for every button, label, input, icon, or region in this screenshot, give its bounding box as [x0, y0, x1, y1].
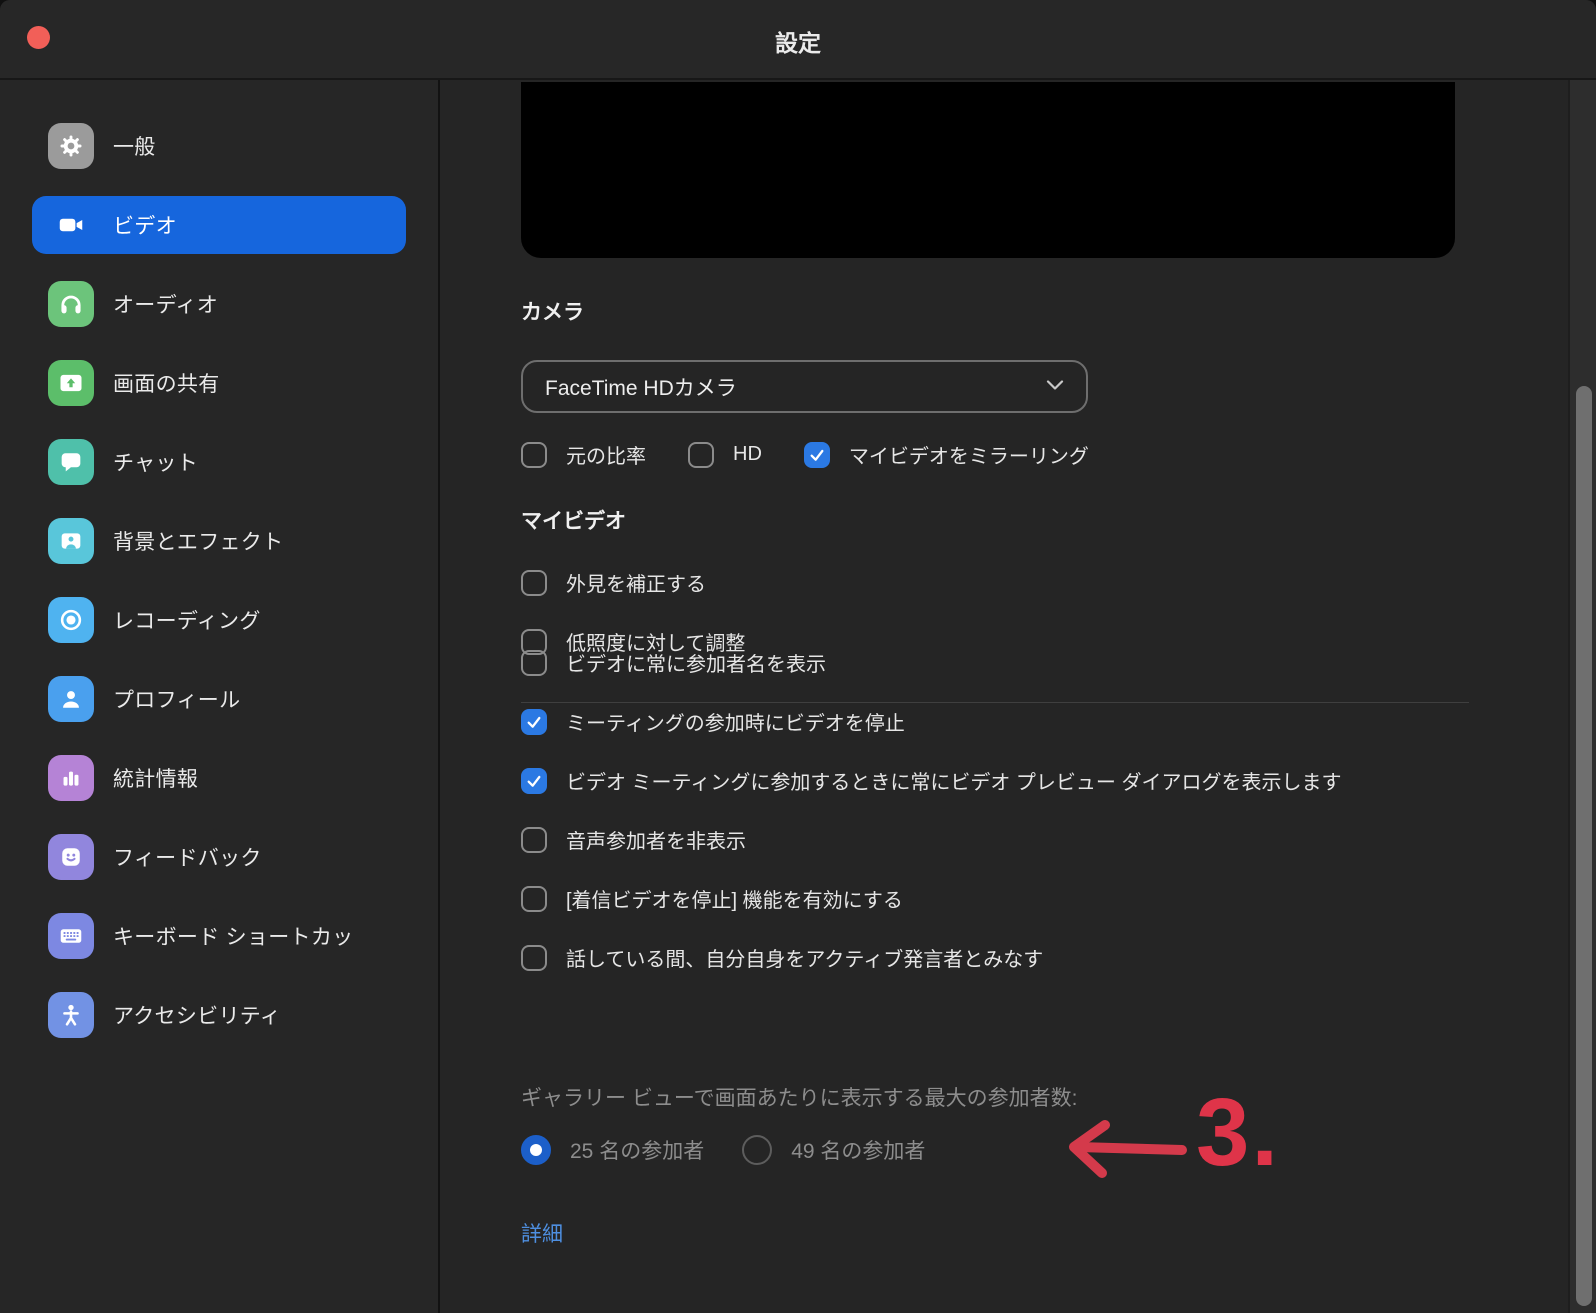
record-icon — [48, 597, 94, 643]
annotation-number: 3. — [1196, 1078, 1280, 1188]
scrollbar[interactable] — [1568, 80, 1596, 1313]
accessibility-icon — [48, 992, 94, 1038]
sidebar-item-label: チャット — [113, 447, 198, 477]
advanced-settings-link[interactable]: 詳細 — [521, 1218, 563, 1248]
sidebar-item-label: プロフィール — [113, 684, 240, 714]
screen-share-icon — [48, 360, 94, 406]
sidebar-item-label: 背景とエフェクト — [113, 526, 283, 556]
camera-select-value: FaceTime HDカメラ — [545, 372, 737, 402]
checkbox[interactable] — [521, 827, 547, 853]
sidebar-item-label: ビデオ — [113, 210, 177, 240]
video-preview-dialog-option[interactable]: ビデオ ミーティングに参加するときに常にビデオ プレビュー ダイアログを表示しま… — [521, 766, 1341, 795]
checkbox[interactable] — [521, 442, 547, 468]
sidebar-item-label: フィードバック — [113, 842, 262, 872]
sidebar-item-label: キーボード ショートカッ — [113, 921, 353, 951]
sidebar-item-chat[interactable]: チャット — [32, 433, 406, 491]
my-video-options: 外見を補正する 低照度に対して調整 — [521, 568, 745, 656]
statistics-icon — [48, 755, 94, 801]
camera-section-label: カメラ — [521, 296, 584, 326]
gallery-view-options: 25 名の参加者 49 名の参加者 — [521, 1135, 925, 1165]
touch-up-appearance-option[interactable]: 外見を補正する — [521, 568, 745, 597]
sidebar-item-keyboard-shortcuts[interactable]: キーボード ショートカッ — [32, 907, 406, 965]
sidebar-item-screen-share[interactable]: 画面の共有 — [32, 354, 406, 412]
headphones-icon — [48, 281, 94, 327]
checkbox[interactable] — [521, 570, 547, 596]
sidebar-item-recording[interactable]: レコーディング — [32, 591, 406, 649]
radio-button[interactable] — [742, 1135, 772, 1165]
checkbox[interactable] — [521, 768, 547, 794]
mirror-video-option[interactable]: マイビデオをミラーリング — [804, 440, 1089, 469]
camera-select[interactable]: FaceTime HDカメラ — [521, 360, 1088, 413]
window-title: 設定 — [0, 24, 1596, 58]
settings-window: 設定 一般 — [0, 0, 1596, 1313]
annotation-arrow-icon — [1050, 1105, 1195, 1185]
sidebar-item-feedback[interactable]: フィードバック — [32, 828, 406, 886]
feedback-icon — [48, 834, 94, 880]
sidebar-item-label: 画面の共有 — [113, 368, 220, 398]
scrollbar-thumb[interactable] — [1576, 386, 1592, 1306]
meeting-video-options: ビデオに常に参加者名を表示 ミーティングの参加時にビデオを停止 ビデオ ミーティ… — [521, 648, 1341, 972]
checkbox[interactable] — [688, 442, 714, 468]
titlebar: 設定 — [0, 0, 1596, 80]
sidebar-item-accessibility[interactable]: アクセシビリティ — [32, 986, 406, 1044]
sidebar: 一般 ビデオ オーディオ — [0, 80, 440, 1313]
checkbox[interactable] — [521, 650, 547, 676]
my-video-section-label: マイビデオ — [521, 505, 626, 535]
chevron-down-icon — [1046, 378, 1064, 396]
sidebar-item-label: レコーディング — [113, 605, 261, 635]
always-show-name-option[interactable]: ビデオに常に参加者名を表示 — [521, 648, 1341, 677]
camera-options-row: 元の比率 HD マイビデオをミラーリング — [521, 440, 1089, 469]
keyboard-icon — [48, 913, 94, 959]
sidebar-item-label: オーディオ — [113, 289, 218, 319]
video-camera-icon — [48, 202, 94, 248]
gallery-view-label: ギャラリー ビューで画面あたりに表示する最大の参加者数: — [521, 1082, 1077, 1112]
sidebar-item-profile[interactable]: プロフィール — [32, 670, 406, 728]
spotlight-self-option[interactable]: 話している間、自分自身をアクティブ発言者とみなす — [521, 943, 1341, 972]
participants-49-option[interactable]: 49 名の参加者 — [742, 1135, 925, 1165]
hd-option[interactable]: HD — [688, 442, 762, 468]
stop-video-on-join-option[interactable]: ミーティングの参加時にビデオを停止 — [521, 707, 1341, 736]
sidebar-item-label: 統計情報 — [113, 763, 198, 793]
participants-25-option[interactable]: 25 名の参加者 — [521, 1135, 704, 1165]
sidebar-item-label: アクセシビリティ — [113, 1000, 281, 1030]
sidebar-item-audio[interactable]: オーディオ — [32, 275, 406, 333]
video-settings-panel: カメラ FaceTime HDカメラ 元の比率 HD — [440, 80, 1568, 1313]
sidebar-item-video[interactable]: ビデオ — [32, 196, 406, 254]
stop-incoming-video-option[interactable]: [着信ビデオを停止] 機能を有効にする — [521, 884, 1341, 913]
sidebar-item-background-effects[interactable]: 背景とエフェクト — [32, 512, 406, 570]
checkbox[interactable] — [521, 945, 547, 971]
sidebar-item-general[interactable]: 一般 — [32, 117, 406, 175]
sidebar-item-label: 一般 — [113, 131, 156, 161]
checkbox[interactable] — [804, 442, 830, 468]
original-ratio-option[interactable]: 元の比率 — [521, 440, 646, 469]
checkbox[interactable] — [521, 709, 547, 735]
profile-icon — [48, 676, 94, 722]
background-effects-icon — [48, 518, 94, 564]
hide-non-video-participants-option[interactable]: 音声参加者を非表示 — [521, 825, 1341, 854]
video-preview — [521, 82, 1455, 258]
chat-bubble-icon — [48, 439, 94, 485]
sidebar-item-statistics[interactable]: 統計情報 — [32, 749, 406, 807]
radio-button[interactable] — [521, 1135, 551, 1165]
checkbox[interactable] — [521, 886, 547, 912]
gear-icon — [48, 123, 94, 169]
